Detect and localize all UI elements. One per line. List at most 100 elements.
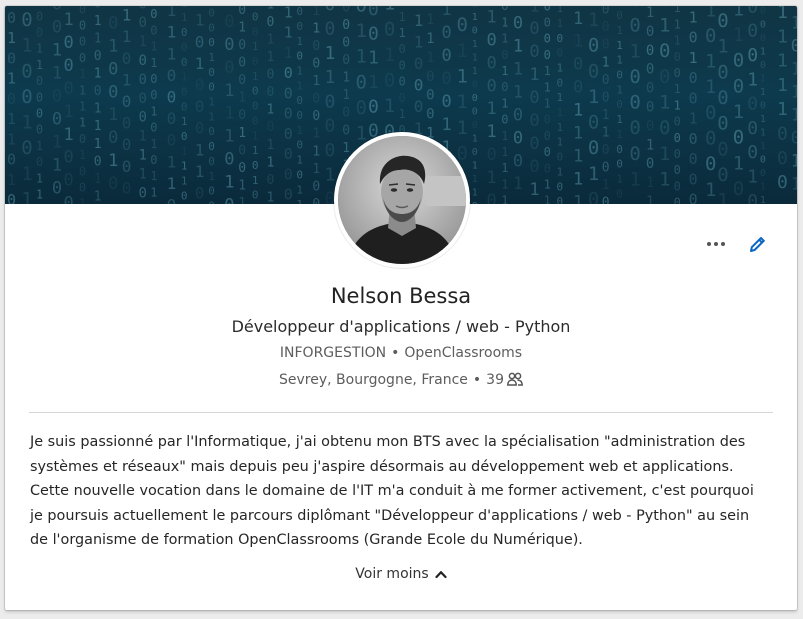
matrix-digit: 0 — [557, 180, 564, 193]
matrix-digit: 0 — [208, 6, 215, 19]
matrix-digit: 0 — [646, 156, 654, 172]
matrix-digit: 0 — [602, 196, 610, 204]
matrix-digit: 1 — [108, 6, 118, 11]
matrix-digit: 1 — [705, 51, 716, 73]
matrix-digit: 0 — [442, 23, 452, 43]
matrix-digit: 1 — [557, 62, 564, 75]
matrix-digit: 0 — [267, 85, 275, 100]
matrix-digit: 1 — [616, 83, 623, 96]
matrix-digit: 1 — [472, 187, 478, 198]
matrix-digit: 0 — [284, 84, 293, 102]
matrix-digit: 0 — [284, 165, 293, 183]
matrix-digit: 1 — [659, 143, 670, 165]
matrix-digit: 1 — [21, 112, 32, 134]
matrix-digit: 0 — [195, 119, 205, 138]
matrix-digit: 0 — [122, 157, 132, 176]
matrix-digit: 1 — [267, 103, 275, 118]
matrix-digit: 0 — [150, 72, 157, 86]
matrix-digit: 1 — [557, 136, 564, 149]
matrix-digit: 1 — [150, 40, 157, 54]
matrix-digit: 0 — [777, 172, 788, 193]
matrix-digit: 0 — [629, 117, 640, 139]
matrix-digit: 1 — [457, 40, 468, 62]
matrix-digit: 1 — [52, 155, 62, 175]
matrix-digit: 0 — [108, 82, 118, 102]
matrix-digit: 0 — [487, 30, 497, 50]
matrix-digit: 0 — [21, 60, 32, 82]
matrix-digit: 1 — [760, 87, 766, 98]
matrix-digit: 0 — [312, 57, 320, 72]
matrix-digit: 1 — [399, 26, 406, 40]
matrix-digit: 0 — [7, 49, 16, 67]
matrix-digit: 1 — [733, 101, 744, 123]
profile-summary: Je suis passionné par l'Informatique, j'… — [30, 434, 754, 548]
matrix-digit: 1 — [777, 6, 788, 23]
matrix-digit: 1 — [544, 64, 551, 78]
education-school[interactable]: OpenClassrooms — [404, 345, 522, 361]
more-options-button[interactable] — [701, 234, 731, 254]
matrix-digit: 0 — [284, 186, 293, 204]
matrix-digit: 0 — [238, 143, 246, 158]
matrix-digit: 1 — [760, 195, 766, 204]
profile-organizations: INFORGESTION • OpenClassrooms — [5, 345, 797, 361]
matrix-digit: 1 — [64, 6, 74, 7]
matrix-digit: 1 — [705, 6, 716, 21]
matrix-digit: 0 — [64, 33, 74, 53]
matrix-digit: 1 — [426, 6, 434, 9]
matrix-digit: 1 — [689, 110, 698, 128]
matrix-digit: 0 — [208, 81, 215, 94]
matrix-digit: 1 — [674, 34, 681, 48]
current-company[interactable]: INFORGESTION — [280, 345, 386, 361]
show-less-button[interactable]: Voir moins — [5, 566, 797, 582]
matrix-digit: 0 — [399, 6, 406, 8]
matrix-digit: 0 — [208, 66, 215, 79]
matrix-digit: 1 — [414, 11, 424, 30]
matrix-digit: 0 — [224, 6, 234, 9]
matrix-digit: 0 — [7, 151, 16, 169]
matrix-digit: 0 — [7, 90, 16, 108]
matrix-digit: 1 — [36, 139, 43, 153]
matrix-digit: 1 — [733, 6, 744, 20]
matrix-digit: 0 — [181, 41, 188, 54]
matrix-digit: 1 — [167, 174, 177, 193]
matrix-digit: 1 — [513, 174, 523, 194]
matrix-digit: 1 — [602, 178, 610, 193]
matrix-digit: 0 — [414, 97, 424, 116]
matrix-digit: 1 — [267, 190, 275, 204]
matrix-digit: 0 — [238, 73, 246, 88]
profile-card: 0010101101010100101110001100001011000110… — [5, 6, 797, 610]
matrix-digit: 1 — [267, 6, 275, 12]
matrix-digit: 0 — [544, 161, 551, 175]
edit-profile-button[interactable] — [742, 230, 770, 258]
matrix-digit: 0 — [208, 36, 215, 49]
matrix-digit: 1 — [426, 31, 434, 47]
matrix-digit: 0 — [426, 107, 434, 123]
matrix-digit: 0 — [646, 81, 654, 97]
matrix-digit: 1 — [472, 12, 478, 23]
profile-headline: Développeur d'applications / web - Pytho… — [231, 317, 571, 336]
matrix-digit: 0 — [195, 32, 205, 51]
matrix-digit: 1 — [457, 6, 468, 11]
matrix-digit: 1 — [7, 130, 16, 148]
matrix-digit: 1 — [267, 155, 275, 170]
matrix-digit: 0 — [791, 37, 797, 57]
connections-link[interactable]: 39 — [486, 372, 523, 388]
matrix-digit: 0 — [646, 100, 654, 116]
matrix-digit: 0 — [195, 6, 205, 8]
matrix-digit: 0 — [760, 168, 766, 179]
matrix-digit: 1 — [457, 91, 468, 113]
matrix-digit: 0 — [689, 150, 698, 168]
profile-photo[interactable] — [334, 132, 470, 268]
matrix-digit: 0 — [602, 161, 610, 176]
matrix-digit: 0 — [513, 105, 523, 125]
matrix-digit: 1 — [36, 171, 43, 185]
matrix-digit: 1 — [52, 132, 62, 152]
matrix-digit: 1 — [501, 129, 508, 143]
matrix-digit: 0 — [122, 135, 132, 154]
matrix-digit: 1 — [588, 9, 599, 31]
matrix-digit: 1 — [384, 6, 395, 15]
matrix-digit: 1 — [21, 35, 32, 57]
matrix-digit: 0 — [122, 178, 132, 197]
matrix-digit: 0 — [21, 137, 32, 159]
matrix-digit: 0 — [122, 114, 132, 133]
